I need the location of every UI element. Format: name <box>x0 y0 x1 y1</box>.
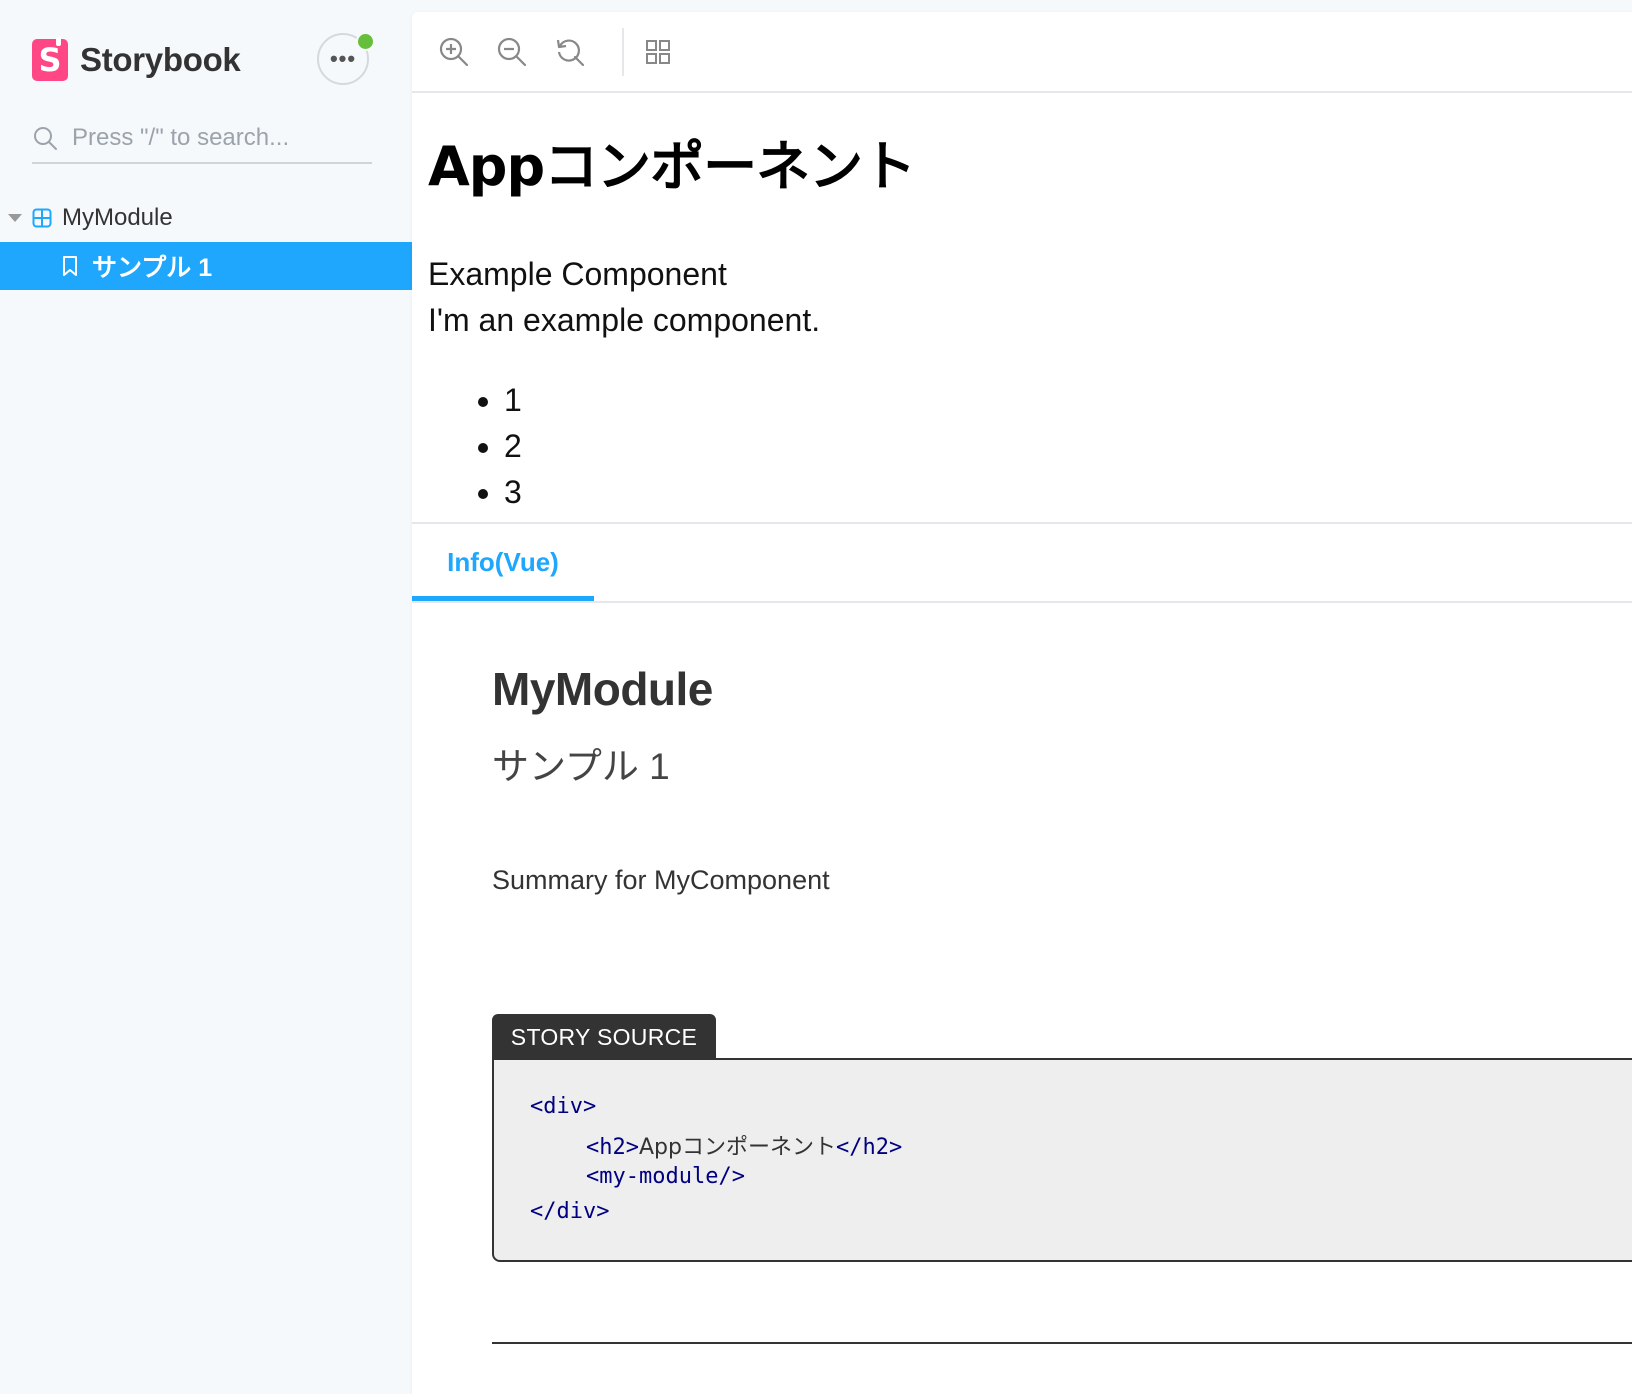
tree-group-mymodule[interactable]: MyModule <box>0 196 412 240</box>
preview-text-line-2: I'm an example component. <box>428 302 821 338</box>
ellipsis-icon: ••• <box>329 46 357 71</box>
zoom-reset-button[interactable] <box>552 34 588 70</box>
toolbar-divider <box>622 28 624 76</box>
bookmark-icon <box>63 256 77 276</box>
list-item: 3 <box>504 469 522 515</box>
divider <box>492 1342 1632 1344</box>
code-line: <div> <box>530 1094 597 1119</box>
toolbar <box>412 12 1632 93</box>
addon-tabs: Info(Vue) <box>412 522 1632 603</box>
code-text: Appコンポーネント <box>638 1135 836 1160</box>
tree-story-label: サンプル 1 <box>92 254 213 282</box>
zoom-out-button[interactable] <box>494 34 530 70</box>
code-line: </div> <box>530 1199 610 1224</box>
chevron-down-icon[interactable] <box>8 214 22 222</box>
zoom-reset-icon <box>556 39 585 67</box>
zoom-in-icon <box>439 37 469 67</box>
sidebar: S Storybook ••• MyModule サンプル 1 <box>0 0 412 1394</box>
main-panel: Appコンポーネント Example Component I'm an exam… <box>412 12 1632 1394</box>
info-subtitle: サンプル 1 <box>492 746 670 787</box>
code-line: <my-module/> <box>586 1164 745 1189</box>
story-source-code: <div> <h2>Appコンポーネント</h2> <my-module/> <… <box>492 1058 1632 1262</box>
brand-name: Storybook <box>80 41 241 78</box>
storybook-logo-icon: S <box>32 37 68 81</box>
brand[interactable]: S Storybook <box>32 37 241 82</box>
story-preview: Appコンポーネント Example Component I'm an exam… <box>428 122 1608 510</box>
preview-text-line-1: Example Component <box>428 256 727 292</box>
tree-group-label: MyModule <box>62 204 173 231</box>
search-icon <box>34 127 57 150</box>
code-tag: </h2> <box>835 1135 903 1160</box>
tab-info-vue[interactable]: Info(Vue) <box>412 524 594 601</box>
code-tag: <h2> <box>586 1135 639 1160</box>
list-item: 2 <box>504 423 522 469</box>
status-dot <box>356 32 375 51</box>
tree-story-sample-1[interactable]: サンプル 1 <box>0 242 412 290</box>
code-line: <h2>Appコンポーネント</h2> <box>586 1129 902 1161</box>
preview-heading: Appコンポーネント <box>428 135 916 198</box>
list-item: 1 <box>504 377 522 423</box>
info-title: MyModule <box>492 663 713 715</box>
preview-list: 1 2 3 <box>464 377 522 515</box>
component-icon <box>32 208 52 228</box>
grid-icon <box>646 40 670 64</box>
search-input[interactable] <box>72 124 362 152</box>
zoom-in-button[interactable] <box>436 34 472 70</box>
search-bar <box>32 114 372 164</box>
grid-toggle-button[interactable] <box>640 34 676 70</box>
zoom-out-icon <box>497 37 527 67</box>
story-source-label: STORY SOURCE <box>492 1014 716 1060</box>
info-summary: Summary for MyComponent <box>492 865 830 895</box>
